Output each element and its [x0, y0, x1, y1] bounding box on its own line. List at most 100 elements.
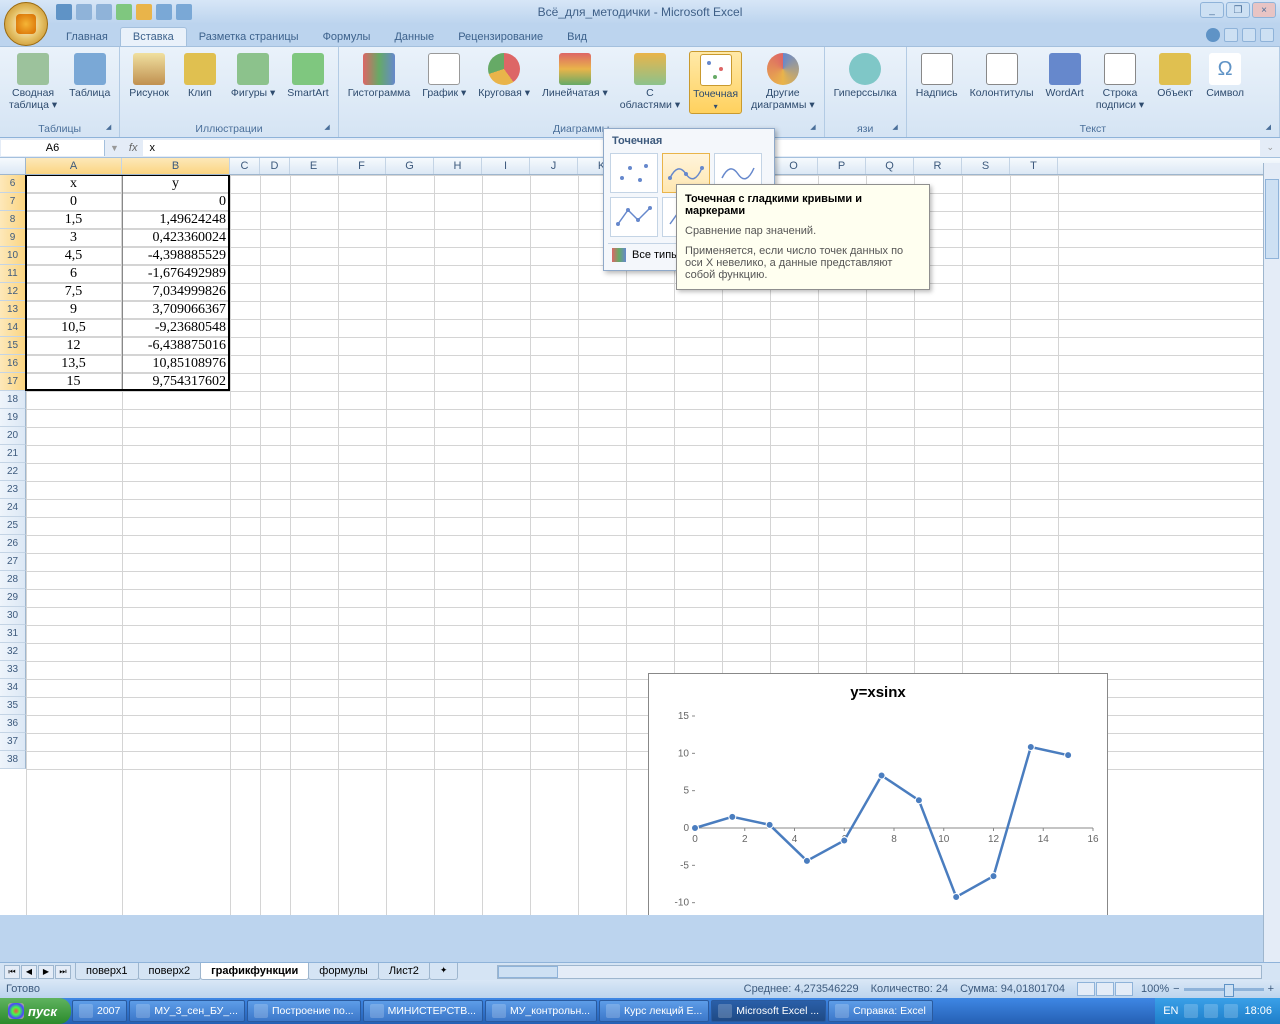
bar-chart-button[interactable]: Линейчатая ▾	[539, 51, 611, 101]
taskbar-item[interactable]: МУ_3_сен_БУ_...	[129, 1000, 245, 1022]
table-button[interactable]: Таблица	[66, 51, 113, 101]
row-header[interactable]: 34	[0, 679, 26, 697]
signature-button[interactable]: Строка подписи ▾	[1093, 51, 1147, 113]
tray-icon[interactable]	[1204, 1004, 1218, 1018]
taskbar-item[interactable]: Microsoft Excel ...	[711, 1000, 826, 1022]
tray-icon[interactable]	[1184, 1004, 1198, 1018]
column-header[interactable]: P	[818, 158, 866, 174]
tab-data[interactable]: Данные	[382, 28, 446, 46]
row-header[interactable]: 6	[0, 175, 26, 193]
zoom-slider[interactable]	[1184, 988, 1264, 991]
namebox-dropdown-icon[interactable]: ▼	[106, 143, 123, 153]
row-header[interactable]: 31	[0, 625, 26, 643]
sheet-tab[interactable]: формулы	[308, 963, 379, 980]
view-layout-button[interactable]	[1096, 982, 1114, 996]
row-header[interactable]: 12	[0, 283, 26, 301]
row-header[interactable]: 18	[0, 391, 26, 409]
headerfooter-button[interactable]: Колонтитулы	[967, 51, 1037, 101]
row-header[interactable]: 37	[0, 733, 26, 751]
column-header[interactable]: B	[122, 158, 230, 174]
row-header[interactable]: 32	[0, 643, 26, 661]
row-header[interactable]: 11	[0, 265, 26, 283]
sheet-tab[interactable]: графикфункции	[200, 963, 309, 980]
column-header[interactable]: E	[290, 158, 338, 174]
sheet-tab[interactable]: поверх2	[138, 963, 202, 980]
column-header[interactable]: T	[1010, 158, 1058, 174]
close-button[interactable]: ×	[1252, 2, 1276, 18]
scatter-straight-markers[interactable]	[610, 197, 658, 237]
hyperlink-button[interactable]: Гиперссылка	[831, 51, 900, 101]
zoom-level[interactable]: 100%	[1141, 983, 1169, 995]
row-header[interactable]: 7	[0, 193, 26, 211]
row-header[interactable]: 15	[0, 337, 26, 355]
row-header[interactable]: 13	[0, 301, 26, 319]
fx-icon[interactable]: fx	[129, 142, 138, 154]
taskbar-item[interactable]: МИНИСТЕРСТВ...	[363, 1000, 483, 1022]
sheet-nav-first[interactable]: ⏮	[4, 965, 20, 979]
row-header[interactable]: 26	[0, 535, 26, 553]
tab-insert[interactable]: Вставка	[120, 27, 187, 46]
embedded-chart[interactable]: y=xsinx-15-10-50510150246810121416	[648, 673, 1108, 915]
column-header[interactable]: D	[260, 158, 290, 174]
row-header[interactable]: 20	[0, 427, 26, 445]
taskbar-item[interactable]: 2007	[72, 1000, 127, 1022]
tab-home[interactable]: Главная	[54, 28, 120, 46]
mdi-restore-icon[interactable]	[1242, 28, 1256, 42]
column-header[interactable]: J	[530, 158, 578, 174]
column-header[interactable]: G	[386, 158, 434, 174]
qat-icon[interactable]	[156, 4, 172, 20]
horizontal-scrollbar[interactable]	[497, 965, 1262, 979]
wordart-button[interactable]: WordArt	[1043, 51, 1087, 101]
object-button[interactable]: Объект	[1153, 51, 1197, 101]
picture-button[interactable]: Рисунок	[126, 51, 172, 101]
view-normal-button[interactable]	[1077, 982, 1095, 996]
tray-icon[interactable]	[1224, 1004, 1238, 1018]
row-header[interactable]: 21	[0, 445, 26, 463]
column-header[interactable]: R	[914, 158, 962, 174]
row-header[interactable]: 35	[0, 697, 26, 715]
zoom-out-button[interactable]: −	[1173, 983, 1179, 995]
column-header[interactable]: C	[230, 158, 260, 174]
qat-icon[interactable]	[116, 4, 132, 20]
maximize-button[interactable]: ❐	[1226, 2, 1250, 18]
row-header[interactable]: 9	[0, 229, 26, 247]
new-sheet-button[interactable]: ✦	[429, 963, 459, 980]
tab-layout[interactable]: Разметка страницы	[187, 28, 311, 46]
row-header[interactable]: 28	[0, 571, 26, 589]
row-header[interactable]: 25	[0, 517, 26, 535]
row-header[interactable]: 8	[0, 211, 26, 229]
expand-formula-icon[interactable]: ⌄	[1260, 142, 1280, 153]
smartart-button[interactable]: SmartArt	[284, 51, 331, 101]
tab-review[interactable]: Рецензирование	[446, 28, 555, 46]
area-chart-button[interactable]: С областями ▾	[617, 51, 683, 113]
line-chart-button[interactable]: График ▾	[419, 51, 469, 101]
sheet-nav-prev[interactable]: ◀	[21, 965, 37, 979]
clock[interactable]: 18:06	[1244, 1005, 1272, 1017]
qat-icon[interactable]	[136, 4, 152, 20]
tab-view[interactable]: Вид	[555, 28, 599, 46]
vertical-scrollbar[interactable]	[1263, 163, 1280, 962]
tab-formulas[interactable]: Формулы	[311, 28, 383, 46]
qat-icon[interactable]	[176, 4, 192, 20]
textbox-button[interactable]: Надпись	[913, 51, 961, 101]
row-header[interactable]: 19	[0, 409, 26, 427]
save-icon[interactable]	[56, 4, 72, 20]
row-header[interactable]: 14	[0, 319, 26, 337]
minimize-button[interactable]: _	[1200, 2, 1224, 18]
mdi-close-icon[interactable]	[1260, 28, 1274, 42]
taskbar-item[interactable]: Построение по...	[247, 1000, 361, 1022]
row-header[interactable]: 30	[0, 607, 26, 625]
row-header[interactable]: 38	[0, 751, 26, 769]
pivot-table-button[interactable]: Сводная таблица ▾	[6, 51, 60, 113]
taskbar-item[interactable]: Курс лекций E...	[599, 1000, 709, 1022]
scatter-chart-button[interactable]: Точечная▾	[689, 51, 742, 114]
undo-icon[interactable]	[76, 4, 92, 20]
shapes-button[interactable]: Фигуры ▾	[228, 51, 278, 101]
taskbar-item[interactable]: МУ_контрольн...	[485, 1000, 597, 1022]
taskbar-item[interactable]: Справка: Excel	[828, 1000, 933, 1022]
scatter-markers-only[interactable]	[610, 153, 658, 193]
name-box[interactable]: A6	[1, 140, 105, 156]
column-header[interactable]: S	[962, 158, 1010, 174]
symbol-button[interactable]: ΩСимвол	[1203, 51, 1247, 101]
sheet-nav-last[interactable]: ⏭	[55, 965, 71, 979]
